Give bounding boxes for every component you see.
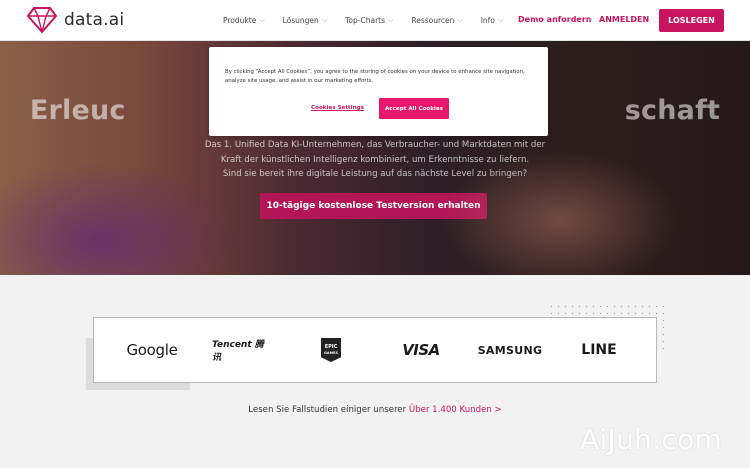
- cookie-settings-button[interactable]: Cookies Settings: [311, 105, 364, 111]
- google-logo: Google: [126, 341, 178, 359]
- visa-logo: VISA: [402, 341, 440, 359]
- customer-logo-strip: Google Tencent 腾讯 EPIC GAMES VISA SAMSUN…: [93, 317, 657, 383]
- main-menu: Produkte ⌵ Lösungen ⌵ Top-Charts ⌵ Ressourc…: [223, 0, 521, 41]
- customers-link[interactable]: Über 1.400 Kunden >: [409, 405, 502, 415]
- menu-item-ressourcen[interactable]: Ressourcen ⌵: [411, 16, 462, 25]
- case-studies-line: Lesen Sie Fallstudien einiger unserer Üb…: [0, 405, 750, 415]
- epic-logo-bottom: GAMES: [324, 351, 338, 355]
- line-logo: LINE: [581, 342, 617, 358]
- chevron-down-icon: ⌵: [321, 16, 328, 24]
- accept-all-cookies-button[interactable]: Accept All Cookies: [379, 98, 449, 119]
- free-trial-button[interactable]: 10-tägige kostenlose Testversion erhalte…: [260, 193, 487, 219]
- chevron-down-icon: ⌵: [457, 16, 463, 24]
- menu-item-label: Ressourcen: [411, 16, 455, 25]
- menu-item-label: Top-Charts: [345, 16, 386, 25]
- hero-subtitle-line: Kraft der künstlichen Intelligenz kombin…: [220, 154, 530, 165]
- cookie-consent-text: By clicking “Accept All Cookies”, you ag…: [225, 69, 525, 84]
- chevron-down-icon: ⌵: [497, 16, 504, 24]
- menu-item-info[interactable]: Info ⌵: [481, 16, 504, 25]
- menu-item-label: Info: [480, 16, 495, 25]
- logo[interactable]: data.ai: [26, 6, 124, 34]
- top-navigation: data.ai Produkte ⌵ Lösungen ⌵ Top-Charts ⌵ …: [0, 0, 750, 41]
- menu-item-label: Lösungen: [282, 16, 319, 25]
- case-studies-text: Lesen Sie Fallstudien einiger unserer: [248, 405, 409, 415]
- chevron-down-icon: ⌵: [259, 16, 265, 24]
- hero-subtitle-line: Sind sie bereit ihre digitale Leistung a…: [222, 169, 528, 179]
- hero-subtitle: Das 1. Unified Data KI-Unternehmen, das …: [0, 138, 750, 182]
- tencent-logo: Tencent 腾讯: [212, 340, 264, 363]
- watermark: AiJuh.com: [580, 423, 723, 456]
- menu-item-produkte[interactable]: Produkte ⌵: [223, 16, 265, 25]
- chevron-down-icon: ⌵: [388, 16, 394, 24]
- epic-games-logo: EPIC GAMES: [320, 318, 342, 382]
- samsung-logo: SAMSUNG: [477, 343, 543, 357]
- diamond-logo-icon: [26, 7, 58, 34]
- menu-item-top-charts[interactable]: Top-Charts ⌵: [345, 16, 393, 25]
- hero-subtitle-line: Das 1. Unified Data KI-Unternehmen, das …: [204, 140, 546, 150]
- get-started-button[interactable]: LOSLEGEN: [659, 9, 724, 32]
- login-link[interactable]: ANMELDEN: [599, 15, 649, 24]
- menu-item-label: Produkte: [223, 16, 257, 25]
- menu-item-loesungen[interactable]: Lösungen ⌵: [283, 16, 328, 25]
- demo-request-link[interactable]: Demo anfordern: [518, 15, 592, 24]
- epic-games-shield-icon: EPIC GAMES: [321, 338, 341, 362]
- logo-text: data.ai: [64, 10, 125, 30]
- cookie-consent-dialog: By clicking “Accept All Cookies”, you ag…: [209, 47, 548, 136]
